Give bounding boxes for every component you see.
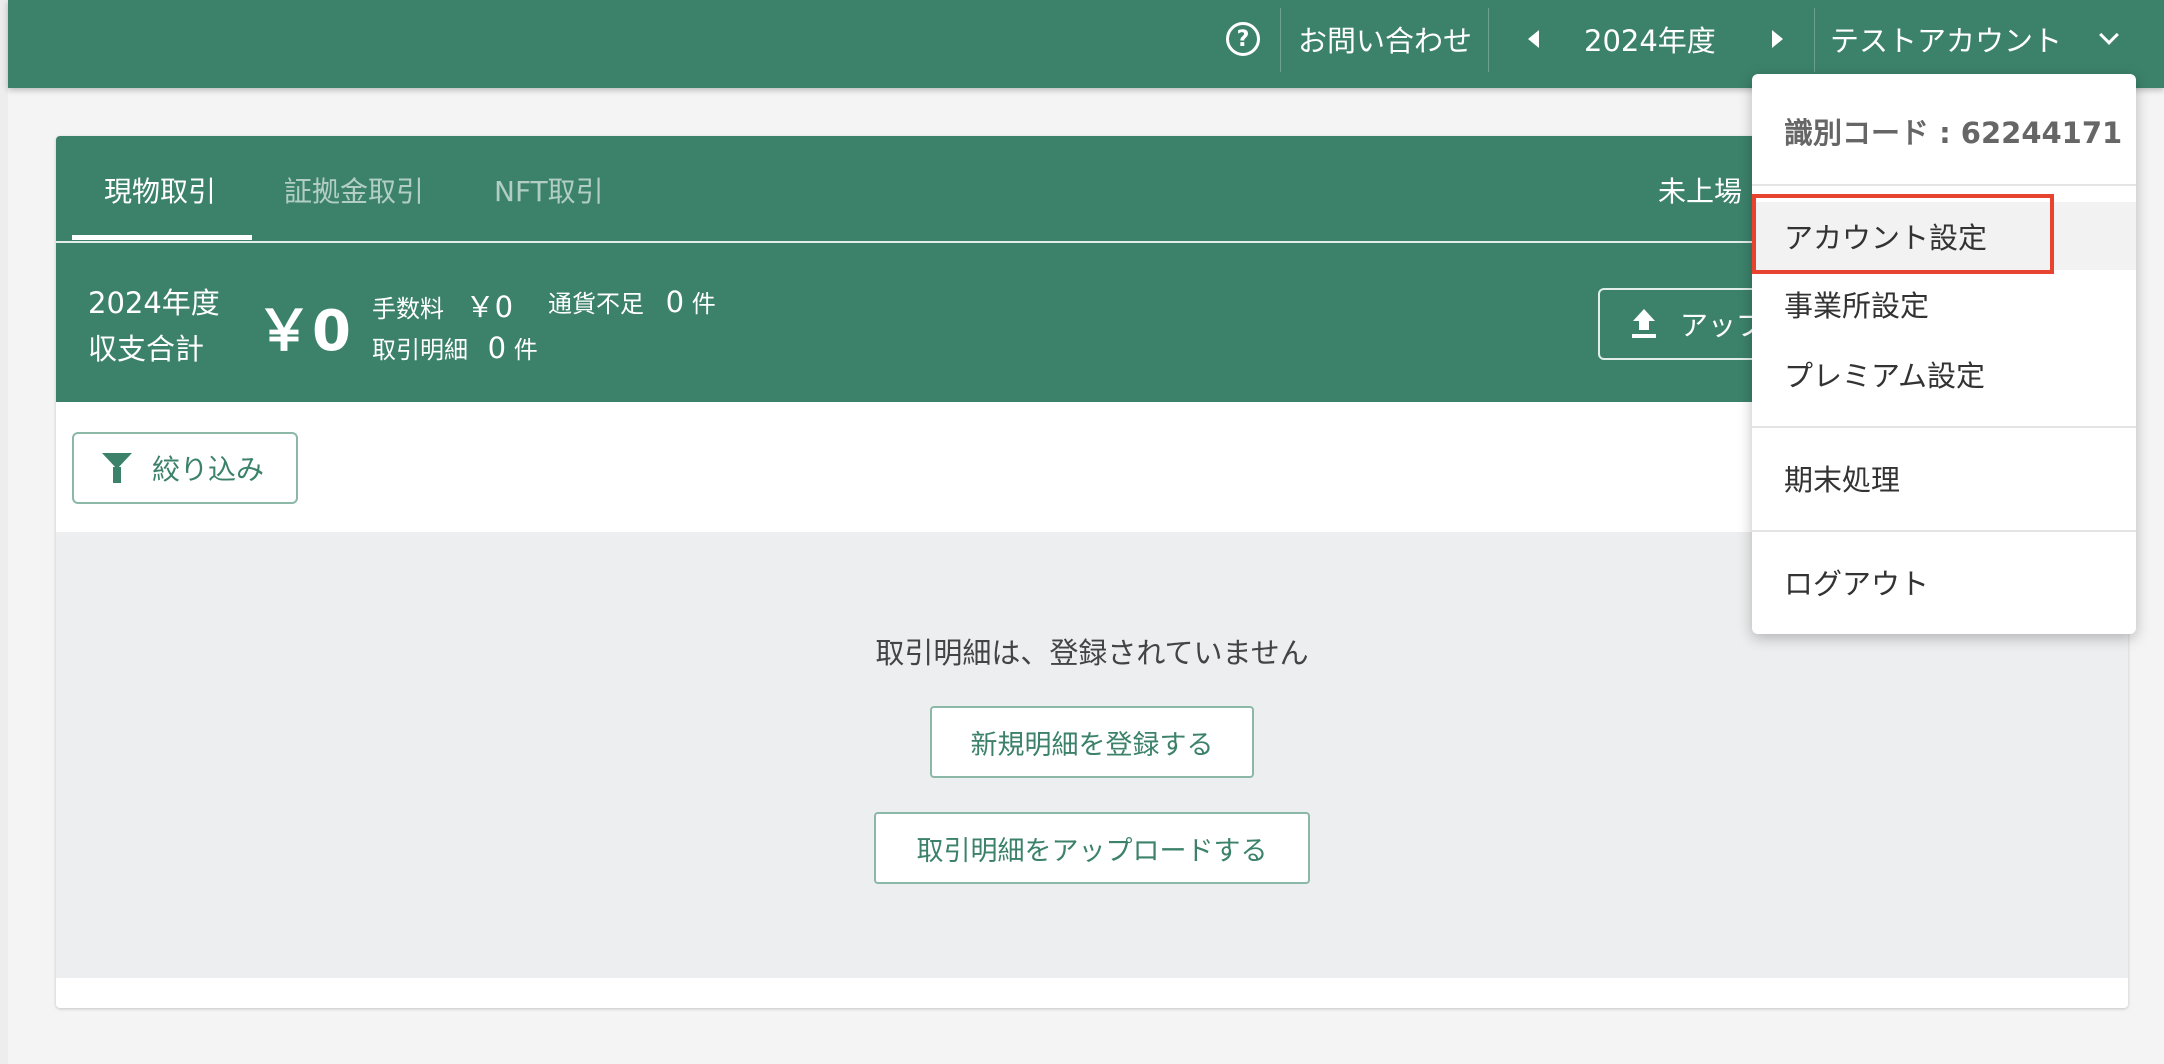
tab-nft-trading[interactable]: NFT取引 [494,170,604,210]
account-dropdown-menu: 識別コード : 62244171 アカウント設定 事業所設定 プレミアム設定 期… [1752,74,2136,634]
menu-item-year-end[interactable]: 期末処理 [1752,444,2136,512]
divider [1488,8,1489,72]
empty-state-message: 取引明細は、登録されていません [875,636,1309,670]
summary-total-label: 収支合計 [88,332,205,366]
summary-year: 2024年度 [88,286,220,320]
shortage-label: 通貨不足 [548,290,644,318]
register-new-button[interactable]: 新規明細を登録する [930,706,1254,778]
tab-margin-trading[interactable]: 証拠金取引 [284,170,424,210]
menu-divider [1752,184,2136,186]
next-year-icon[interactable] [1772,30,1783,48]
divider [1814,8,1815,72]
contact-link[interactable]: お問い合わせ [1298,0,1472,78]
divider [1280,8,1281,72]
filter-button[interactable]: 絞り込み [72,432,298,504]
highlight-annotation [1752,194,2054,274]
details-value: 0 [487,331,507,365]
tab-spot-trading[interactable]: 現物取引 [104,170,216,210]
upload-statements-button[interactable]: 取引明細をアップロードする [874,812,1310,884]
filter-button-label: 絞り込み [152,453,265,486]
fiscal-year-label: 2024年度 [1584,24,1716,58]
chevron-down-icon[interactable] [2099,25,2119,45]
active-tab-indicator [72,235,252,240]
shortage-unit: 件 [691,290,716,318]
menu-divider [1752,426,2136,428]
filter-icon [102,453,132,483]
unlisted-link[interactable]: 未上場 [1658,170,1742,210]
fee-label: 手数料 [372,295,444,323]
summary-total-amount: ￥0 [256,299,351,364]
details-stat: 取引明細 0 件 [372,330,538,365]
fee-value: ￥0 [465,290,514,324]
menu-item-office-settings[interactable]: 事業所設定 [1752,270,2136,338]
menu-item-premium-settings[interactable]: プレミアム設定 [1752,340,2136,408]
prev-year-icon[interactable] [1528,30,1539,48]
details-label: 取引明細 [372,336,468,364]
upload-icon [1630,309,1658,339]
account-menu-button[interactable]: テストアカウント [1830,0,2062,78]
shortage-value: 0 [665,285,685,319]
question-circle-icon[interactable]: ? [1226,22,1260,56]
fee-stat: 手数料 ￥0 [372,284,513,326]
details-unit: 件 [513,336,538,364]
menu-divider [1752,530,2136,532]
shortage-stat: 通貨不足 0 件 [548,284,716,319]
menu-item-logout[interactable]: ログアウト [1752,548,2136,616]
id-code: 識別コード : 62244171 [1784,116,2123,150]
page-left-strip [0,0,8,1064]
